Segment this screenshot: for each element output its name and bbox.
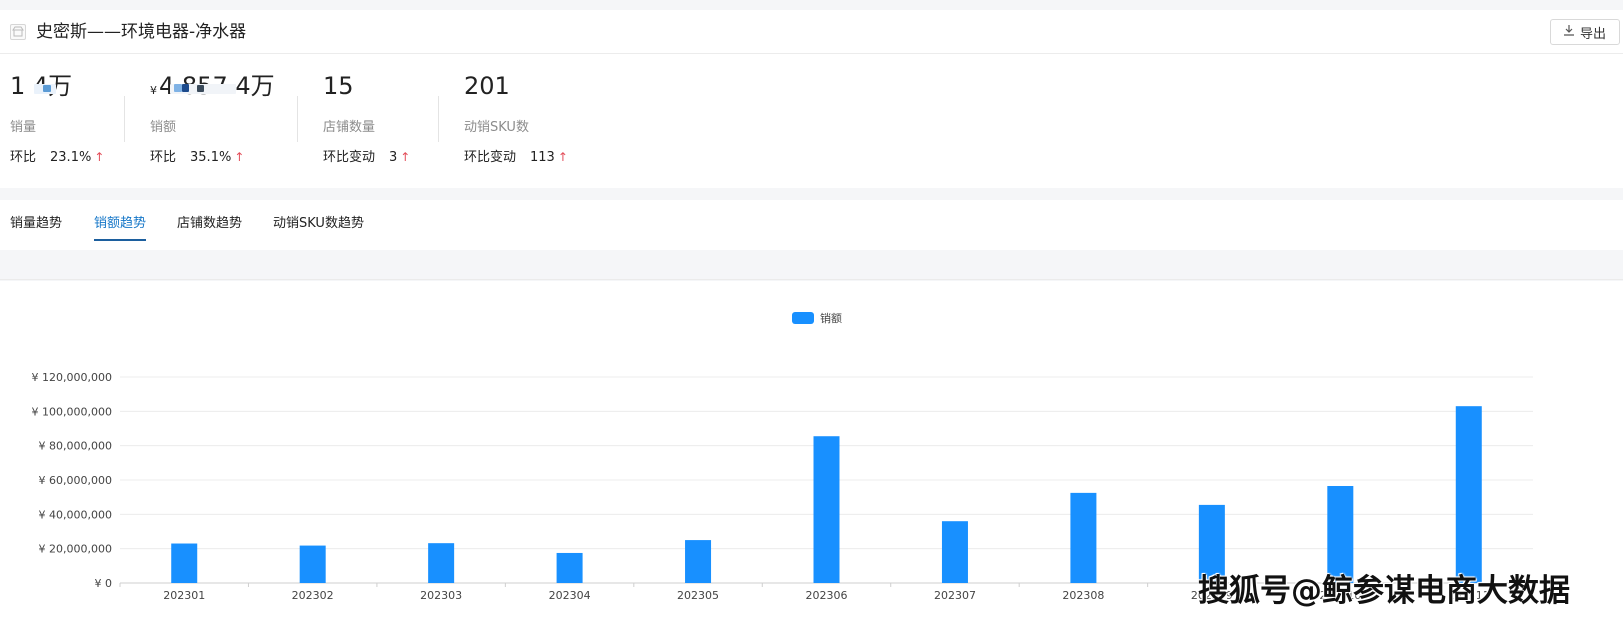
- x-tick-label: 202302: [292, 589, 334, 602]
- y-tick-label: ¥ 80,000,000: [39, 440, 112, 453]
- trend-tabs: 销量趋势 销额趋势 店铺数趋势 动销SKU数趋势: [0, 200, 1623, 250]
- y-tick-label: ¥ 100,000,000: [32, 405, 112, 418]
- y-tick-label: ¥ 0: [95, 577, 113, 590]
- stat-value: 201: [464, 72, 510, 100]
- y-tick-label: ¥ 40,000,000: [39, 508, 112, 521]
- y-tick-label: ¥ 20,000,000: [39, 543, 112, 556]
- currency-symbol: ¥: [150, 84, 157, 97]
- bar-202308[interactable]: [1070, 492, 1097, 583]
- x-tick-label: 202306: [806, 589, 848, 602]
- top-strip: [0, 0, 1623, 10]
- arrow-up-icon: ↑: [400, 150, 411, 164]
- stat-change: 环比 35.1% ↑: [150, 146, 244, 165]
- change-label: 环比: [150, 150, 177, 165]
- section-gap: [0, 250, 1623, 280]
- bar-202311[interactable]: [1455, 406, 1482, 583]
- change-label: 环比变动: [323, 150, 376, 165]
- stats-panel: 1 4万 销量 环比23.1%↑ ¥4 857.4万 销额 环比35.1%↑ 1…: [0, 54, 1623, 188]
- stat-label: 动销SKU数: [464, 120, 529, 135]
- redaction-mask: [182, 84, 189, 92]
- stat-label: 销量: [10, 120, 37, 135]
- tab-sku-count-trend[interactable]: 动销SKU数趋势: [273, 212, 364, 239]
- tab-shop-count-trend[interactable]: 店铺数趋势: [177, 212, 242, 239]
- arrow-up-icon: ↑: [234, 150, 245, 164]
- change-label: 环比: [10, 150, 37, 165]
- stat-value: 15: [323, 72, 354, 100]
- change-value: 35.1%: [190, 150, 232, 165]
- stat-change: 环比变动 113 ↑: [464, 146, 568, 165]
- stat-label: 销额: [150, 120, 177, 135]
- change-label: 环比变动: [464, 150, 517, 165]
- x-tick-label: 202305: [677, 589, 719, 602]
- x-tick-label: 202307: [934, 589, 976, 602]
- tab-sales-amount-trend[interactable]: 销额趋势: [94, 212, 147, 241]
- y-tick-label: ¥ 60,000,000: [39, 474, 112, 487]
- bar-202302[interactable]: [299, 545, 326, 583]
- stat-label: 店铺数量: [323, 120, 376, 135]
- x-tick-label: 202301: [163, 589, 205, 602]
- shop-icon: [10, 24, 26, 40]
- arrow-up-icon: ↑: [94, 150, 105, 164]
- page-header: 史密斯——环境电器-净水器 导出: [0, 10, 1623, 54]
- watermark-text: 搜狐号@鲸参谋电商大数据: [1198, 573, 1570, 609]
- bar-202303[interactable]: [428, 543, 455, 583]
- section-gap: [0, 188, 1623, 200]
- stat-divider: [124, 96, 125, 142]
- bar-202307[interactable]: [941, 521, 968, 583]
- change-value: 23.1%: [50, 150, 92, 165]
- export-label: 导出: [1579, 26, 1606, 42]
- change-value: 3: [389, 150, 398, 165]
- x-tick-label: 202304: [549, 589, 591, 602]
- redaction-mask: [197, 85, 204, 92]
- redaction-mask: [43, 85, 51, 92]
- x-tick-label: 202303: [420, 589, 462, 602]
- bar-202306[interactable]: [813, 436, 840, 583]
- download-icon: [1563, 24, 1574, 40]
- bar-202301[interactable]: [171, 543, 198, 583]
- stat-divider: [438, 96, 439, 142]
- tab-sales-volume-trend[interactable]: 销量趋势: [10, 212, 62, 239]
- change-value: 113: [530, 150, 555, 165]
- arrow-up-icon: ↑: [557, 150, 568, 164]
- redaction-mask: [174, 84, 182, 92]
- bar-202304[interactable]: [556, 552, 583, 583]
- page-title: 史密斯——环境电器-净水器: [36, 22, 247, 42]
- y-tick-label: ¥ 120,000,000: [32, 371, 112, 384]
- stat-divider: [297, 96, 298, 142]
- stat-change: 环比变动 3 ↑: [323, 146, 410, 165]
- stat-change: 环比 23.1% ↑: [10, 146, 104, 165]
- bar-202305[interactable]: [685, 540, 712, 583]
- export-button[interactable]: 导出: [1550, 19, 1620, 45]
- x-tick-label: 202308: [1062, 589, 1104, 602]
